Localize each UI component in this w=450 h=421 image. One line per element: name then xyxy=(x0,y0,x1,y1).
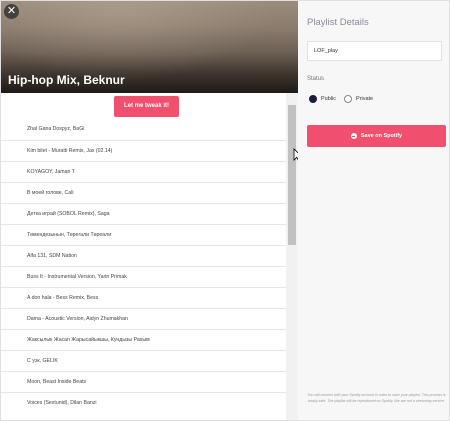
track-row[interactable]: Zhal Gana Dospyz, BaGi xyxy=(1,119,286,140)
public-label[interactable]: Public xyxy=(321,96,336,102)
track-row[interactable]: Alfa 131, SDM Nation xyxy=(1,245,286,266)
track-row[interactable]: Төмендезынын, Төрегали Төреали xyxy=(1,224,286,245)
track-row[interactable]: Kim bilet - Muratti Remix, Jax (02.14) xyxy=(1,140,286,161)
status-label: Status xyxy=(307,76,325,82)
track-row[interactable]: Детка играй (SOBOL Remix), Saga xyxy=(1,203,286,224)
spotify-icon xyxy=(350,133,357,139)
track-row[interactable]: Moon, Beast Inside Beats xyxy=(1,371,286,392)
close-button[interactable]: ✕ xyxy=(4,4,19,19)
track-row[interactable]: Dama - Acoustic Version, Aidyn Zhumakhan xyxy=(1,308,286,329)
status-radio-group: Public Private xyxy=(309,95,381,103)
track-list: Zhal Gana Dospyz, BaGi Kim bilet - Murat… xyxy=(1,119,286,413)
save-button-label: Save on Spotify xyxy=(360,133,403,139)
scrollbar-thumb[interactable] xyxy=(288,105,296,245)
app-frame: ✕ Hip-hop Mix, Beknur Let me tweak it! Z… xyxy=(0,0,450,421)
track-row[interactable]: KOYAGOY, Jaman T xyxy=(1,161,286,182)
save-on-spotify-button[interactable]: Save on Spotify xyxy=(307,125,446,147)
private-label[interactable]: Private xyxy=(356,96,373,102)
details-heading: Playlist Details xyxy=(307,17,369,28)
track-row[interactable]: Buss It - Instrumental Version, Yarin Pr… xyxy=(1,266,286,287)
track-list-scrollbar[interactable] xyxy=(286,93,298,420)
playlist-cover: ✕ Hip-hop Mix, Beknur xyxy=(1,1,298,93)
tweak-button[interactable]: Let me tweak it! xyxy=(114,96,179,117)
close-icon: ✕ xyxy=(6,5,17,17)
disclaimer-text: You will connect with your Spotify accou… xyxy=(307,393,446,403)
playlist-panel: ✕ Hip-hop Mix, Beknur Let me tweak it! Z… xyxy=(1,1,298,420)
playlist-name-input[interactable] xyxy=(307,41,442,61)
track-row[interactable]: Voices (Sextunid), Dilan Banzi xyxy=(1,392,286,413)
playlist-title: Hip-hop Mix, Beknur xyxy=(8,73,125,87)
playlist-details-panel: Playlist Details Status Public Private S… xyxy=(298,1,449,420)
track-row[interactable]: С уэк, GELIK xyxy=(1,350,286,371)
track-row[interactable]: A don hala - Bess Remix, Bess xyxy=(1,287,286,308)
public-radio[interactable] xyxy=(309,95,317,103)
private-radio[interactable] xyxy=(343,95,352,103)
track-row[interactable]: В моей голове, Cali xyxy=(1,182,286,203)
track-row[interactable]: Жаксылык Жасап Жарысайыкшы, Кундызы Рахы… xyxy=(1,329,286,350)
